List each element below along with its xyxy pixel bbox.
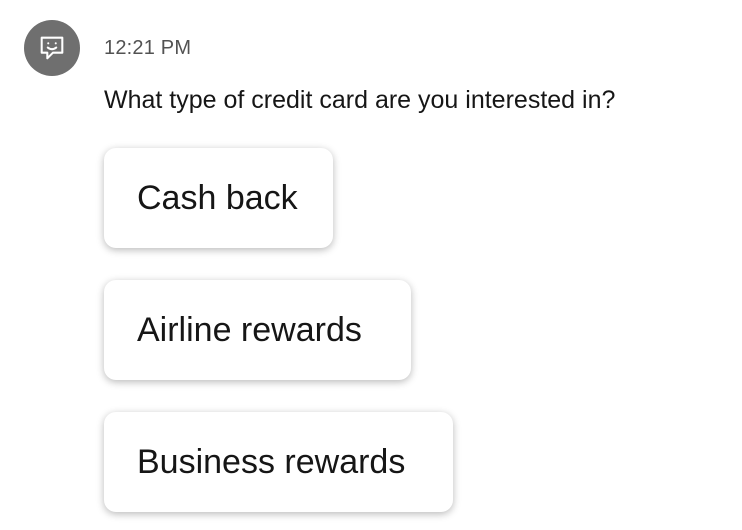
option-airline-rewards-button[interactable]: Airline rewards [104, 280, 411, 380]
quick-reply-options: Cash back Airline rewards Business rewar… [104, 148, 453, 512]
bot-message: What type of credit card are you interes… [104, 86, 616, 114]
message-timestamp: 12:21 PM [104, 37, 192, 59]
option-cash-back-button[interactable]: Cash back [104, 148, 333, 248]
bot-avatar [24, 20, 80, 76]
option-business-rewards-button[interactable]: Business rewards [104, 412, 453, 512]
chatbot-face-icon [40, 36, 64, 60]
